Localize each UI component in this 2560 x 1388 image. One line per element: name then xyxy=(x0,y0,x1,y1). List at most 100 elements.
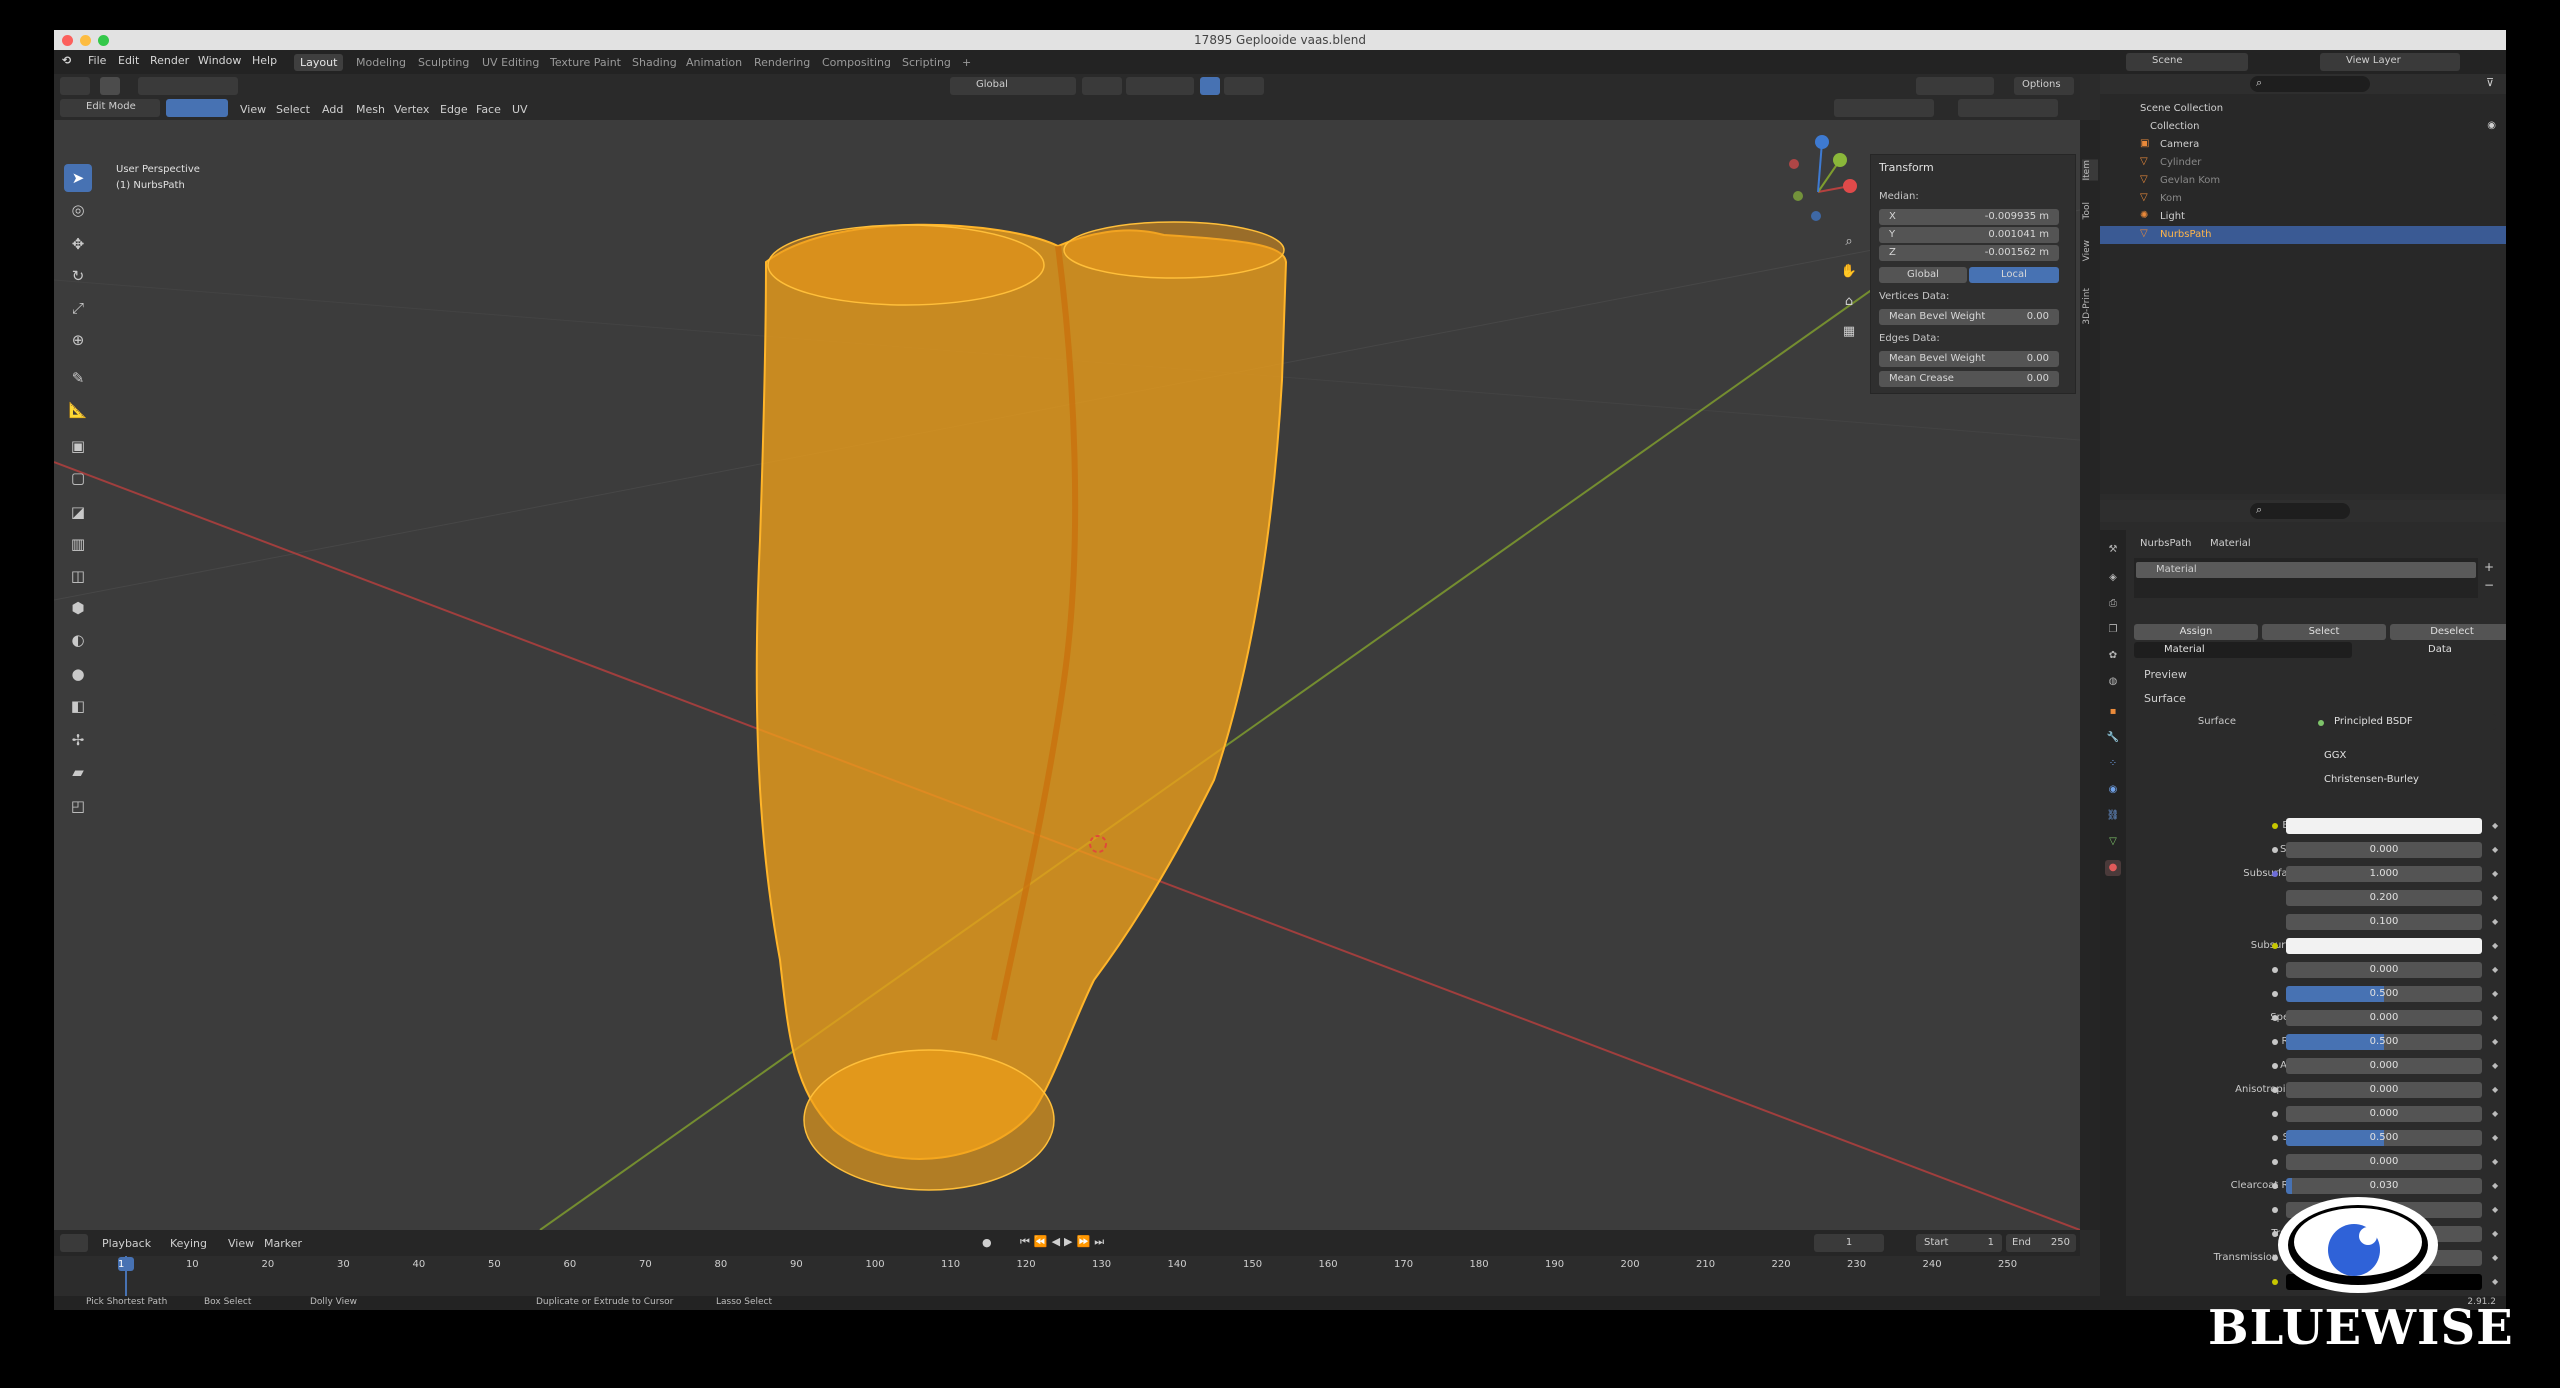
keyframe-icon[interactable]: ◆ xyxy=(2492,1013,2498,1022)
playback-controls[interactable]: ⏮⏪◀▶⏩⏭ xyxy=(1020,1235,1108,1249)
keyframe-icon[interactable]: ◆ xyxy=(2492,1037,2498,1046)
3d-viewport[interactable]: User Perspective (1) NurbsPath ⌕ ✋ ⌂ ▦ ➤… xyxy=(54,120,2080,1230)
proportional-edit-toggle[interactable] xyxy=(1200,77,1220,95)
minimize-window-button[interactable] xyxy=(80,35,91,46)
median-y-field[interactable]: Y 0.001041 m xyxy=(1879,227,2059,243)
close-window-button[interactable] xyxy=(62,35,73,46)
measure-tool-icon[interactable]: 📐 xyxy=(64,396,92,424)
tab-tool[interactable]: Tool xyxy=(2082,202,2098,219)
socket-icon[interactable] xyxy=(2272,1135,2278,1141)
outliner-item-gevlan-kom[interactable]: Gevlan Kom xyxy=(2160,172,2220,190)
ortho-grid-icon[interactable]: ▦ xyxy=(1838,324,1860,346)
tab-compositing[interactable]: Compositing xyxy=(816,54,897,71)
rip-tool-icon[interactable]: ◰ xyxy=(64,792,92,820)
bevel-tool-icon[interactable]: ◪ xyxy=(64,498,92,526)
header-menu-mesh[interactable]: Mesh xyxy=(356,103,385,116)
outliner-item-light[interactable]: Light xyxy=(2160,208,2185,226)
zoom-icon[interactable]: ⌕ xyxy=(1838,234,1860,256)
select-mode-buttons[interactable] xyxy=(138,77,238,95)
keyframe-icon[interactable]: ◆ xyxy=(2492,821,2498,830)
keyframe-icon[interactable]: ◆ xyxy=(2492,989,2498,998)
knife-tool-icon[interactable]: ◫ xyxy=(64,562,92,590)
outliner-search-input[interactable]: ⌕ xyxy=(2250,76,2370,92)
socket-icon[interactable] xyxy=(2272,1183,2278,1189)
current-frame-field[interactable]: 1 xyxy=(1814,1234,1884,1252)
select-box-icon[interactable] xyxy=(100,77,120,95)
number-field[interactable]: 0.000 xyxy=(2286,1082,2482,1098)
tab-shading[interactable]: Shading xyxy=(626,54,683,71)
outliner-item-nurbspath[interactable]: NurbsPath xyxy=(2160,226,2211,244)
scene-selector[interactable]: Scene xyxy=(2126,53,2248,71)
color-swatch[interactable] xyxy=(2286,818,2482,834)
blender-logo-icon[interactable]: ⟲ xyxy=(62,54,71,67)
gizmo-x-icon[interactable] xyxy=(1843,179,1857,193)
loop-cut-tool-icon[interactable]: ▥ xyxy=(64,530,92,558)
menu-edit[interactable]: Edit xyxy=(118,54,139,67)
end-frame-field[interactable]: End 250 xyxy=(2006,1234,2076,1252)
smooth-tool-icon[interactable]: ● xyxy=(64,660,92,688)
socket-icon[interactable] xyxy=(2272,967,2278,973)
scale-tool-icon[interactable]: ⤢ xyxy=(64,294,92,322)
visibility-eye-icon[interactable]: ◉ xyxy=(2487,120,2496,131)
keyframe-icon[interactable]: ◆ xyxy=(2492,1109,2498,1118)
tab-3d-print[interactable]: 3D-Print xyxy=(2082,288,2098,325)
number-field[interactable]: 0.000 xyxy=(2286,1010,2482,1026)
select-tool-icon[interactable]: ➤ xyxy=(64,164,92,192)
outliner-item-kom[interactable]: Kom xyxy=(2160,190,2182,208)
pan-hand-icon[interactable]: ✋ xyxy=(1838,264,1860,286)
socket-icon[interactable] xyxy=(2272,1015,2278,1021)
timeline-menu-marker[interactable]: Marker xyxy=(264,1237,302,1250)
mirror-xyz-toggles[interactable] xyxy=(1916,77,1994,95)
timeline-menu-view[interactable]: View xyxy=(228,1237,254,1250)
menu-window[interactable]: Window xyxy=(198,54,241,67)
number-field[interactable]: 0.000 xyxy=(2286,1154,2482,1170)
timeline-menu-keying[interactable]: Keying xyxy=(170,1237,207,1250)
slider-field[interactable]: 0.500 xyxy=(2286,1034,2482,1050)
keyframe-icon[interactable]: ◆ xyxy=(2492,1061,2498,1070)
outliner-item-camera[interactable]: Camera xyxy=(2160,136,2199,154)
header-menu-face[interactable]: Face xyxy=(476,103,501,116)
number-field[interactable]: 0.100 xyxy=(2286,914,2482,930)
keyframe-icon[interactable]: ◆ xyxy=(2492,1157,2498,1166)
timeline-menu-playback[interactable]: Playback xyxy=(102,1237,151,1250)
transform-orientation-dropdown[interactable]: Global xyxy=(950,77,1076,95)
keyframe-icon[interactable]: ◆ xyxy=(2492,917,2498,926)
shading-mode-buttons[interactable] xyxy=(1958,99,2058,117)
mean-crease-field[interactable]: Mean Crease 0.00 xyxy=(1879,371,2059,387)
keyframe-icon[interactable]: ◆ xyxy=(2492,845,2498,854)
median-z-field[interactable]: Z -0.001562 m xyxy=(1879,245,2059,261)
socket-icon[interactable] xyxy=(2272,1111,2278,1117)
gizmo-neg-y-icon[interactable] xyxy=(1793,191,1803,201)
keyframe-icon[interactable]: ◆ xyxy=(2492,1085,2498,1094)
snap-toggle[interactable] xyxy=(1126,77,1194,95)
number-field[interactable]: 0.000 xyxy=(2286,1058,2482,1074)
socket-icon[interactable] xyxy=(2272,943,2278,949)
outliner-item-cylinder[interactable]: Cylinder xyxy=(2160,154,2201,172)
number-field[interactable]: 0.000 xyxy=(2286,962,2482,978)
menu-file[interactable]: File xyxy=(88,54,106,67)
tab-scripting[interactable]: Scripting xyxy=(896,54,957,71)
tab-item[interactable]: Item xyxy=(2082,160,2098,181)
keyframe-icon[interactable]: ◆ xyxy=(2492,1181,2498,1190)
header-menu-vertex[interactable]: Vertex xyxy=(394,103,429,116)
tab-layout[interactable]: Layout xyxy=(294,54,344,71)
editor-type-button[interactable] xyxy=(60,77,90,95)
move-tool-icon[interactable]: ✥ xyxy=(64,230,92,258)
shear-tool-icon[interactable]: ▰ xyxy=(64,758,92,786)
number-field[interactable]: 1.000 xyxy=(2286,866,2482,882)
slider-field[interactable]: 0.500 xyxy=(2286,986,2482,1002)
socket-icon[interactable] xyxy=(2272,823,2278,829)
gizmo-y-icon[interactable] xyxy=(1833,153,1847,167)
extrude-tool-icon[interactable]: ▣ xyxy=(64,432,92,460)
rotate-tool-icon[interactable]: ↻ xyxy=(64,262,92,290)
edge-slide-tool-icon[interactable]: ◧ xyxy=(64,692,92,720)
edge-bevel-weight-field[interactable]: Mean Bevel Weight 0.00 xyxy=(1879,351,2059,367)
filter-icon[interactable]: ⊽ xyxy=(2486,76,2494,89)
gizmo-overlay-toggles[interactable] xyxy=(1834,99,1934,117)
header-menu-select[interactable]: Select xyxy=(276,103,310,116)
menu-help[interactable]: Help xyxy=(252,54,277,67)
header-menu-edge[interactable]: Edge xyxy=(440,103,468,116)
navigation-gizmo[interactable] xyxy=(1789,135,1857,221)
keyframe-icon[interactable]: ◆ xyxy=(2492,869,2498,878)
cursor-tool-icon[interactable]: ◎ xyxy=(64,196,92,224)
